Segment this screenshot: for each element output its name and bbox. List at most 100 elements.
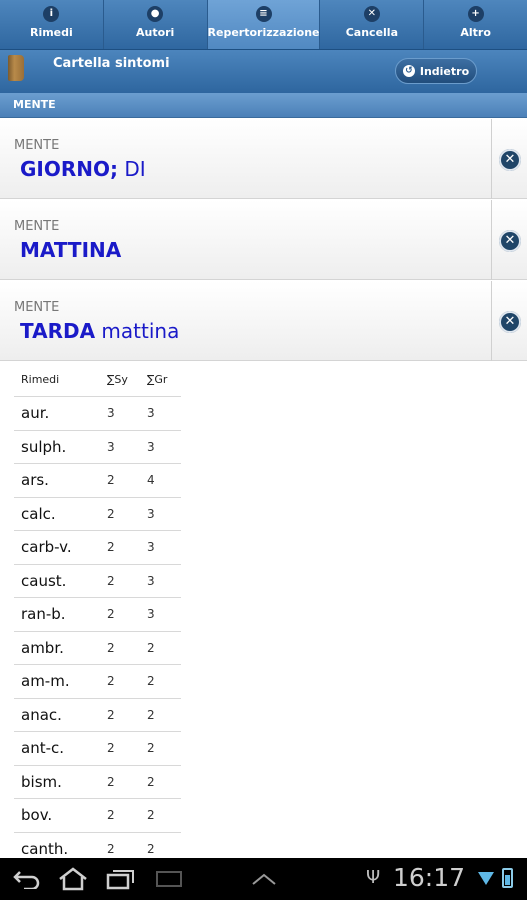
table-row[interactable]: ran-b. 2 3 (14, 598, 181, 632)
sum-gr: 2 (147, 808, 155, 823)
tab-repertorizzazione[interactable]: ≡ Repertorizzazione (207, 0, 321, 49)
tab-altro[interactable]: + Altro (424, 0, 527, 49)
remove-symptom-icon[interactable]: ✕ (499, 311, 521, 333)
remove-symptom-icon[interactable]: ✕ (499, 230, 521, 252)
symptom-row[interactable]: MENTE TARDA mattina ✕ (0, 281, 527, 361)
remedy-name: caust. (21, 571, 67, 590)
tab-label: Repertorizzazione (207, 26, 320, 39)
home-nav-icon[interactable] (57, 867, 89, 891)
usb-icon: Ψ (366, 867, 381, 888)
sum-sy: 2 (107, 674, 115, 689)
symptom-row[interactable]: MENTE MATTINA ✕ (0, 200, 527, 280)
screenshot-icon[interactable] (155, 870, 183, 888)
subheader: Cartella sintomi ↺ Indietro (0, 50, 527, 93)
table-row[interactable]: bism. 2 2 (14, 766, 181, 799)
sum-sy: 2 (107, 741, 115, 756)
remedy-name: ran-b. (21, 605, 66, 624)
clock: 16:17 (393, 863, 466, 892)
system-navigation-bar: Ψ 16:17 (0, 858, 527, 900)
back-arrow-icon: ↺ (402, 65, 415, 77)
symptom-rest: DI (118, 157, 146, 181)
back-button[interactable]: ↺ Indietro (395, 58, 477, 84)
symptom-main: MATTINA (20, 238, 122, 262)
column-header-gr[interactable]: ∑Gr (147, 373, 181, 386)
table-row[interactable]: carb-v. 2 3 (14, 531, 181, 565)
remedy-name: carb-v. (21, 538, 72, 557)
remedy-name: calc. (21, 504, 56, 523)
table-row[interactable]: aur. 3 3 (14, 397, 181, 431)
sum-gr: 4 (147, 473, 155, 488)
remedy-name: anac. (21, 705, 62, 724)
table-row[interactable]: ambr. 2 2 (14, 632, 181, 665)
sum-gr: 3 (147, 573, 155, 588)
chevron-up-icon[interactable] (250, 872, 278, 886)
sum-gr: 2 (147, 707, 155, 722)
results-table: Rimedi ∑Sy ∑Gr aur. 3 3 sulph. 3 3 ars. 2 4 calc.… (14, 363, 181, 866)
remedy-name: ant-c. (21, 739, 65, 758)
sum-sy: 2 (107, 573, 115, 588)
symptom-title: MATTINA (20, 238, 121, 262)
column-header-sy[interactable]: ∑Sy (107, 373, 147, 386)
symptom-main: TARDA (20, 319, 96, 343)
sum-sy: 3 (107, 406, 115, 421)
tab-autori[interactable]: ● Autori (104, 0, 208, 49)
remedy-name: aur. (21, 404, 50, 423)
sum-gr: 2 (147, 741, 155, 756)
sum-sy: 2 (107, 473, 115, 488)
tab-cancella[interactable]: ✕ Cancella (320, 0, 425, 49)
back-button-label: Indietro (419, 64, 470, 78)
remedy-name: am-m. (21, 672, 70, 691)
remedy-name: ars. (21, 471, 49, 490)
wifi-icon (478, 872, 494, 885)
sum-gr: 3 (147, 406, 155, 421)
sum-gr: 3 (147, 540, 155, 555)
table-row[interactable]: sulph. 3 3 (14, 431, 181, 464)
symptom-category: MENTE (14, 300, 60, 315)
tab-label: Rimedi (29, 26, 73, 39)
sum-sy: 2 (107, 607, 115, 622)
tab-rimedi[interactable]: i Rimedi (0, 0, 104, 49)
table-row[interactable]: am-m. 2 2 (14, 665, 181, 699)
sum-sy: 2 (107, 640, 115, 655)
column-header-rimedi[interactable]: Rimedi (14, 373, 107, 386)
results-header: Rimedi ∑Sy ∑Gr (14, 363, 181, 397)
symptom-main: GIORNO; (20, 157, 118, 181)
table-row[interactable]: anac. 2 2 (14, 699, 181, 732)
recent-apps-icon[interactable] (106, 868, 136, 890)
divider (491, 200, 492, 280)
section-header: MENTE (0, 93, 527, 118)
sum-gr: 2 (147, 774, 155, 789)
sum-sy: 2 (107, 841, 115, 856)
sum-sy: 2 (107, 808, 115, 823)
table-row[interactable]: bov. 2 2 (14, 799, 181, 833)
page-title: Cartella sintomi (53, 56, 170, 71)
list-icon: ≡ (255, 6, 272, 22)
symptom-title: TARDA mattina (20, 319, 179, 343)
table-row[interactable]: caust. 2 3 (14, 565, 181, 598)
divider (491, 119, 492, 199)
table-row[interactable]: calc. 2 3 (14, 498, 181, 531)
symptom-category: MENTE (14, 219, 60, 234)
remedy-name: ambr. (21, 638, 64, 657)
remedy-name: sulph. (21, 437, 67, 456)
sum-gr: 2 (147, 640, 155, 655)
table-row[interactable]: ars. 2 4 (14, 464, 181, 498)
sum-sy: 2 (107, 707, 115, 722)
divider (491, 281, 492, 361)
table-row[interactable]: ant-c. 2 2 (14, 732, 181, 766)
sum-gr: 3 (147, 506, 155, 521)
tab-label: Cancella (345, 26, 398, 39)
person-icon: ● (147, 6, 164, 22)
sum-sy: 2 (107, 506, 115, 521)
info-icon: i (43, 6, 60, 22)
remove-symptom-icon[interactable]: ✕ (499, 149, 521, 171)
sum-sy: 3 (107, 439, 115, 454)
back-nav-icon[interactable] (12, 869, 40, 889)
symptom-rest: mattina (95, 319, 180, 343)
sum-gr: 2 (147, 674, 155, 689)
delete-icon: ✕ (363, 6, 380, 22)
symptom-title: GIORNO; DI (20, 157, 146, 181)
sum-gr: 3 (147, 607, 155, 622)
symptom-row[interactable]: MENTE GIORNO; DI ✕ (0, 119, 527, 199)
sum-sy: 2 (107, 540, 115, 555)
